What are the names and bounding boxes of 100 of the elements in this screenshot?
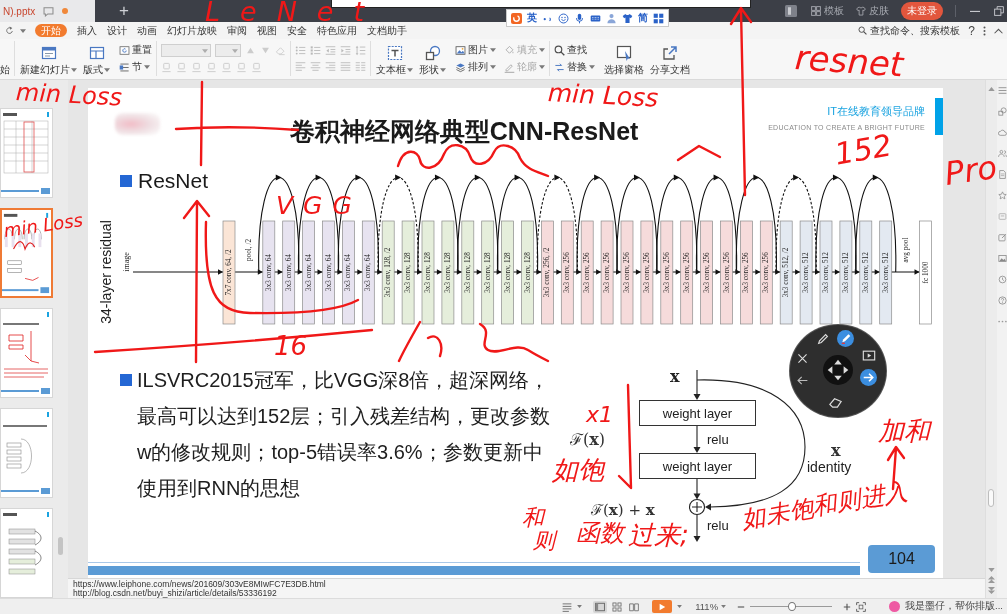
microphone-icon[interactable] xyxy=(574,12,585,24)
handwritten-note: 过来; xyxy=(628,522,689,548)
toolbar-button[interactable]: 文本框 xyxy=(375,41,414,76)
menu-tab[interactable]: 特色应用 xyxy=(317,24,357,37)
document-icon[interactable] xyxy=(997,170,1007,179)
double-caret-down-icon[interactable] xyxy=(988,587,995,594)
view-button[interactable] xyxy=(610,600,625,613)
slide-thumbnail[interactable] xyxy=(0,508,53,598)
menu-lines-icon[interactable] xyxy=(997,86,1007,95)
toolbar-button[interactable]: 分享文档 xyxy=(649,41,691,76)
vertical-dots-icon[interactable] xyxy=(983,25,986,36)
menu-tab[interactable]: 文档助手 xyxy=(367,24,407,37)
toolbar-button[interactable]: 替换 xyxy=(554,60,595,74)
chevron-up-icon[interactable] xyxy=(994,27,1003,34)
person-icon[interactable] xyxy=(606,12,617,24)
speech-bubble-icon[interactable] xyxy=(43,5,55,17)
play-icon xyxy=(658,602,667,611)
shapes-icon xyxy=(424,45,441,61)
toolbar-button[interactable]: 排列 xyxy=(455,60,496,74)
help-circle-icon[interactable] xyxy=(997,296,1007,305)
smiley-icon[interactable] xyxy=(558,12,569,24)
login-button[interactable]: 未登录 xyxy=(901,2,943,20)
slide-thumbnail[interactable] xyxy=(0,108,53,198)
star-icon[interactable] xyxy=(997,191,1007,200)
toolbar-button[interactable]: 选择窗格 xyxy=(603,41,645,76)
menu-tab[interactable]: 插入 xyxy=(77,24,97,37)
toolbar-button[interactable]: 重置 xyxy=(119,43,152,57)
view-button[interactable] xyxy=(593,600,608,613)
plus-icon[interactable] xyxy=(843,602,852,611)
activation-label: relu xyxy=(707,432,729,447)
history-icon[interactable] xyxy=(997,275,1007,284)
down-arrow xyxy=(693,513,701,542)
assistant-text[interactable]: 我是墨仔，帮你排版... xyxy=(905,600,1003,613)
menu-tab[interactable]: 动画 xyxy=(137,24,157,37)
caret-icon[interactable] xyxy=(677,605,683,608)
template-button[interactable]: 模板 xyxy=(811,4,844,18)
scrollbar-thumb[interactable] xyxy=(988,489,994,507)
image-icon[interactable] xyxy=(997,254,1007,263)
caret-icon[interactable] xyxy=(20,28,26,33)
close-icon[interactable] xyxy=(796,352,809,365)
left-arrow-icon[interactable] xyxy=(796,374,809,387)
pencil-line-icon xyxy=(504,61,515,73)
handwritten-note: resnet xyxy=(793,40,905,82)
circular-arrow-icon[interactable] xyxy=(5,26,14,35)
toolbar-button[interactable]: 始 xyxy=(0,63,10,76)
people-icon[interactable] xyxy=(997,149,1007,158)
caret-icon[interactable] xyxy=(577,605,583,608)
handwritten-note: 函数 xyxy=(576,521,624,545)
menu-tab[interactable]: 审阅 xyxy=(227,24,247,37)
lines-icon[interactable] xyxy=(562,601,573,612)
logo-icon[interactable] xyxy=(511,12,522,24)
document-tab[interactable]: N).pptx xyxy=(0,0,95,22)
handwritten-note: 如饱 xyxy=(552,457,604,483)
handwritten-note: 152 xyxy=(832,130,894,170)
caret-up-icon[interactable] xyxy=(988,87,995,91)
edit-icon[interactable] xyxy=(997,233,1007,242)
box-icon[interactable] xyxy=(997,212,1007,221)
avatar-icon[interactable] xyxy=(889,601,901,612)
minimize-icon[interactable] xyxy=(970,9,980,13)
slide-thumbnail[interactable] xyxy=(0,408,53,498)
language-toggle[interactable]: 英 xyxy=(527,11,537,25)
slide-thumbnail[interactable] xyxy=(0,308,53,398)
menu-tab[interactable]: 设计 xyxy=(107,24,127,37)
shapes-icon[interactable] xyxy=(997,107,1007,116)
toolbar-button[interactable]: 图片 xyxy=(455,43,496,57)
menu-tab[interactable]: 幻灯片放映 xyxy=(167,24,217,37)
section-icon xyxy=(119,61,130,73)
skin-button[interactable]: 皮肤 xyxy=(856,4,889,18)
caret-down-icon[interactable] xyxy=(988,568,995,572)
help-button[interactable]: ? xyxy=(968,23,975,38)
marker-icon[interactable] xyxy=(837,330,854,347)
toolbar-button[interactable]: 形状 xyxy=(418,41,447,76)
zoom-slider-thumb[interactable] xyxy=(787,602,796,611)
cloud-icon[interactable] xyxy=(997,128,1007,137)
grid-icon[interactable] xyxy=(653,12,664,24)
shirt-icon[interactable] xyxy=(622,12,633,24)
view-button[interactable] xyxy=(627,600,642,613)
keyboard-icon[interactable] xyxy=(590,12,601,24)
direction-pad-icon[interactable] xyxy=(823,355,853,385)
pen-icon[interactable] xyxy=(816,332,830,346)
script-toggle[interactable]: 简 xyxy=(638,11,648,25)
toolbar-button[interactable]: 节 xyxy=(119,60,152,74)
screen-play-icon[interactable] xyxy=(862,349,876,363)
toolbar-button[interactable]: 查找 xyxy=(554,43,595,57)
menu-tab[interactable]: 安全 xyxy=(287,24,307,37)
restore-icon[interactable] xyxy=(994,6,1004,16)
toolbar-button[interactable]: 新建幻灯片 xyxy=(19,41,78,76)
weight-layer-box: weight layer xyxy=(639,400,756,426)
eraser-icon[interactable] xyxy=(828,395,843,410)
window-square-icon[interactable] xyxy=(785,5,797,17)
paint-bucket-icon xyxy=(504,44,515,56)
play-button[interactable] xyxy=(652,600,673,613)
new-tab-button[interactable]: + xyxy=(119,0,129,22)
zoom-dropdown[interactable]: 111% xyxy=(695,601,727,612)
menu-tab[interactable]: 视图 xyxy=(257,24,277,37)
scrollbar-thumb[interactable] xyxy=(58,537,63,555)
command-search[interactable]: 查找命令、搜索模板 xyxy=(853,23,961,38)
double-caret-up-icon[interactable] xyxy=(988,576,995,583)
fit-window-icon[interactable] xyxy=(856,601,867,612)
toolbar-button[interactable]: 版式 xyxy=(82,41,111,76)
